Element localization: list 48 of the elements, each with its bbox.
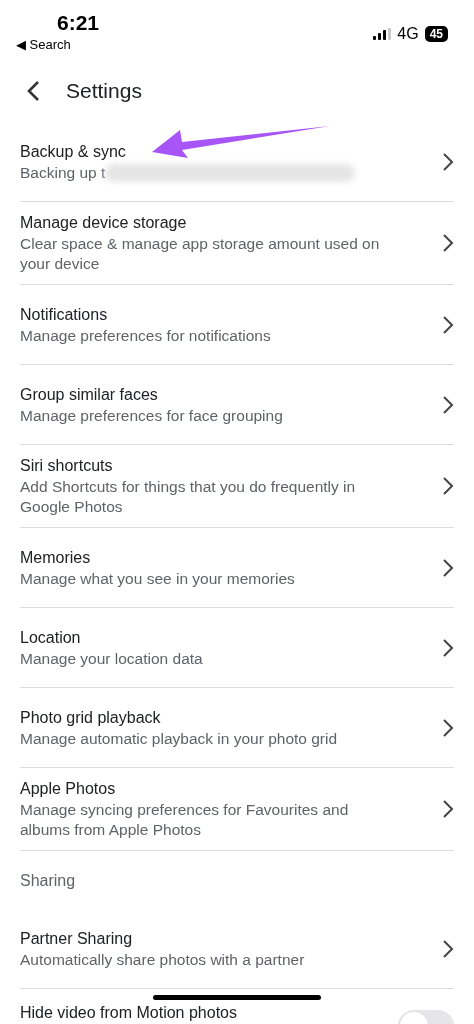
chevron-icon (442, 151, 454, 172)
settings-row[interactable]: Location Manage your location data (20, 608, 454, 688)
settings-row[interactable]: Manage device storage Clear space & manage app storage amount used on your device (20, 202, 454, 285)
back-to-app-link[interactable]: ◀ Search (16, 36, 100, 54)
settings-row[interactable]: Hide video from Motion photos (20, 989, 454, 1024)
chevron-icon (442, 233, 454, 253)
row-subtitle: Manage syncing preferences for Favourites and albums from Apple Photos (20, 800, 350, 840)
row-subtitle: Clear space & manage app storage amount used on your device (20, 234, 381, 274)
chevron-icon (442, 557, 454, 578)
row-title: Memories (20, 547, 91, 568)
network-type: 4G (397, 24, 419, 44)
settings-row[interactable]: Photo grid playback Manage automatic playback in your photo grid (20, 688, 454, 768)
row-subtitle: Manage automatic playback in your photo grid (20, 728, 338, 749)
row-title: Partner Sharing (20, 928, 133, 949)
chevron-icon (442, 637, 454, 658)
battery-indicator: 45 (424, 26, 448, 42)
row-title: Location (20, 627, 81, 648)
row-subtitle: Add Shortcuts for things that you do frequently in Google Photos (20, 477, 357, 517)
page-title: Settings (66, 78, 142, 105)
row-subtitle: Manage what you see in your memories (20, 568, 295, 589)
row-title: Backup & sync (20, 141, 126, 162)
row-title: Hide video from Motion photos (20, 1003, 237, 1023)
settings-row[interactable]: Siri shortcuts Add Shortcuts for things that you do frequently in Google Photos (20, 445, 454, 528)
row-title: Apple Photos (20, 779, 116, 799)
settings-row[interactable]: Memories Manage what you see in your memories (20, 528, 454, 608)
settings-row[interactable]: Apple Photos Manage syncing preferences for Favourites and albums from Apple Photos (20, 768, 454, 850)
row-title: Photo grid playback (20, 707, 161, 728)
section-header: Sharing (20, 872, 76, 889)
row-title: Group similar faces (20, 384, 158, 405)
settings-row[interactable]: Group similar faces Manage preferences for face grouping (20, 365, 454, 445)
row-subtitle: Automatically share photos with a partner (20, 949, 305, 970)
chevron-icon (442, 476, 454, 496)
row-title: Siri shortcuts (20, 456, 113, 476)
settings-row[interactable]: Partner Sharing Automatically share photos with a partner (20, 909, 454, 989)
chevron-icon (442, 314, 454, 335)
row-title: Notifications (20, 304, 108, 325)
row-subtitle: Manage preferences for notifications (20, 325, 271, 346)
signal-icon (373, 28, 392, 40)
chevron-icon (442, 799, 454, 819)
chevron-icon (442, 717, 454, 738)
row-subtitle: Manage your location data (20, 648, 203, 669)
chevron-icon (442, 394, 454, 415)
clock: 6:21 (56, 10, 100, 36)
row-subtitle: Backing up t (20, 162, 106, 183)
row-subtitle: Manage preferences for face grouping (20, 405, 283, 426)
chevron-icon (442, 938, 454, 959)
settings-row[interactable]: Notifications Manage preferences for notifications (20, 285, 454, 365)
row-title: Manage device storage (20, 213, 187, 233)
